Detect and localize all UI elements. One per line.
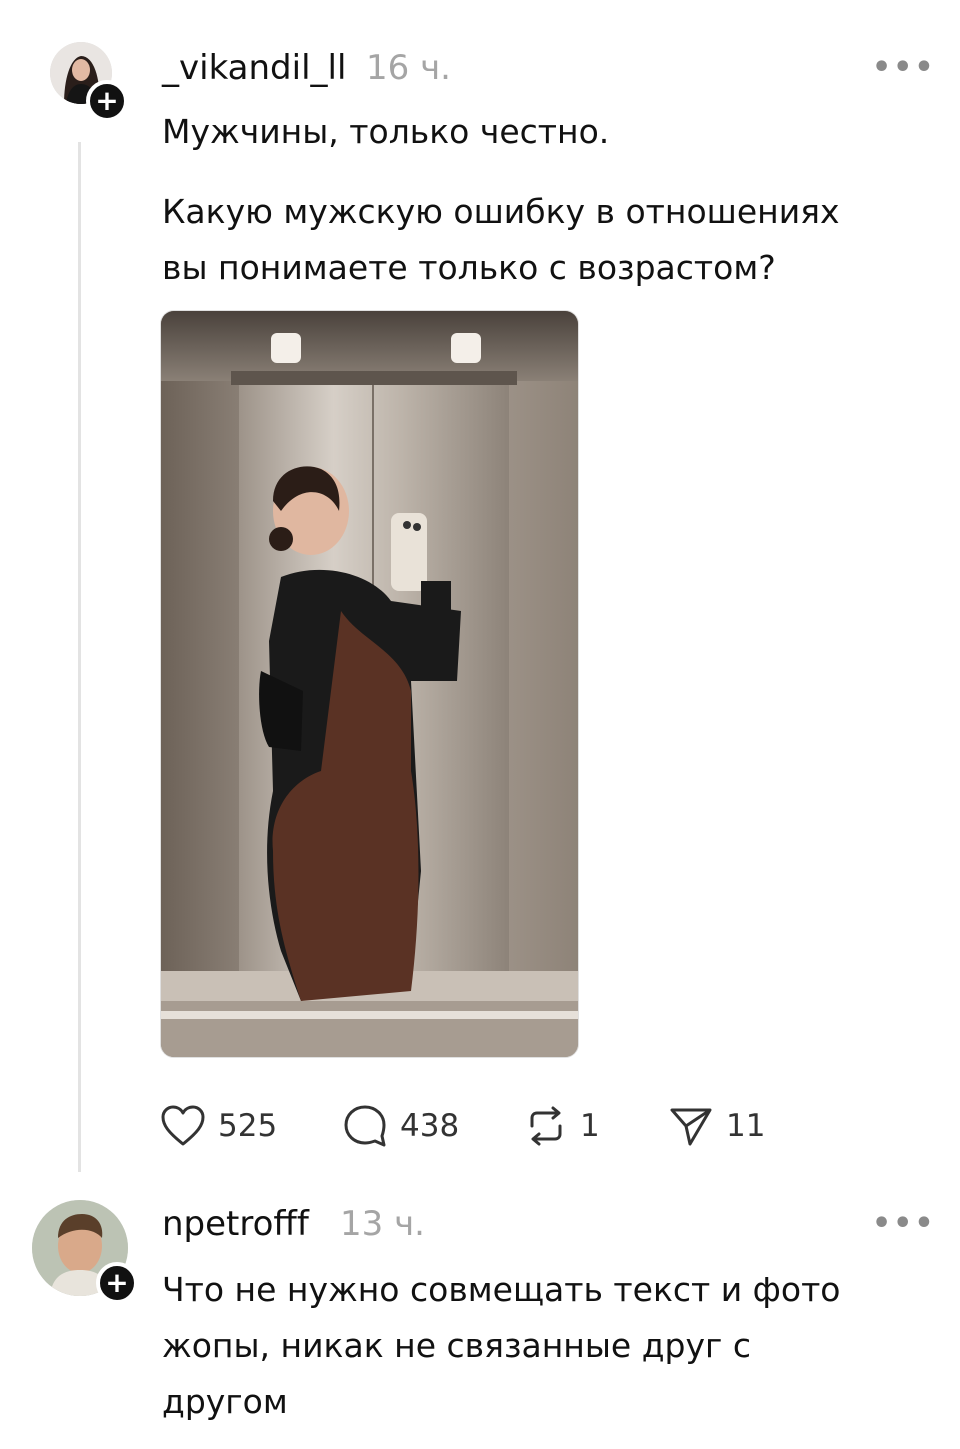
reply-timestamp: 13 ч. — [340, 1204, 425, 1244]
post-avatar-wrap[interactable]: + — [50, 42, 146, 138]
reply-text-line-1: Что не нужно совмещать текст и фото — [162, 1270, 841, 1309]
reply-username[interactable]: npetrofff — [162, 1204, 309, 1244]
thread-line — [78, 142, 81, 1172]
post-username[interactable]: _vikandil_ll — [162, 48, 346, 88]
share-count: 11 — [726, 1108, 766, 1144]
more-dots-icon[interactable]: ••• — [872, 1206, 936, 1241]
reply-text-line-3: другом — [162, 1382, 288, 1421]
repost-icon — [530, 1106, 562, 1146]
post-text-line-1: Мужчины, только честно. — [162, 112, 610, 151]
follow-button[interactable]: + — [86, 80, 128, 122]
post-photo[interactable] — [160, 310, 579, 1058]
comment-bubble-icon — [344, 1105, 386, 1147]
send-icon — [670, 1108, 712, 1146]
comment-count: 438 — [400, 1108, 460, 1144]
share-button[interactable]: 11 — [668, 1098, 765, 1154]
like-button[interactable]: 525 — [160, 1098, 277, 1154]
post-text-line-2: Какую мужскую ошибку в отношениях — [162, 192, 840, 231]
follow-plus-icon: + — [105, 1266, 129, 1299]
elevator-selfie-image — [161, 311, 578, 1057]
reply-text-line-2: жопы, никак не связанные друг с — [162, 1326, 751, 1365]
post-actions: 525 438 1 11 — [160, 1098, 800, 1154]
more-dots-icon[interactable]: ••• — [872, 50, 936, 85]
reply-avatar-wrap[interactable]: + — [32, 1200, 138, 1304]
follow-button[interactable]: + — [96, 1262, 138, 1304]
like-count: 525 — [218, 1108, 278, 1144]
heart-icon — [161, 1105, 205, 1146]
repost-count: 1 — [580, 1108, 600, 1144]
post-text-line-3: вы понимаете только с возрастом? — [162, 248, 776, 287]
comment-button[interactable]: 438 — [342, 1098, 459, 1154]
post-timestamp: 16 ч. — [366, 48, 451, 88]
reply-post: + npetrofff 13 ч. ••• Что не нужно совме… — [0, 1180, 960, 1449]
follow-plus-icon: + — [95, 84, 119, 117]
repost-button[interactable]: 1 — [524, 1098, 600, 1154]
main-post: + _vikandil_ll 16 ч. ••• Мужчины, только… — [0, 0, 960, 1180]
